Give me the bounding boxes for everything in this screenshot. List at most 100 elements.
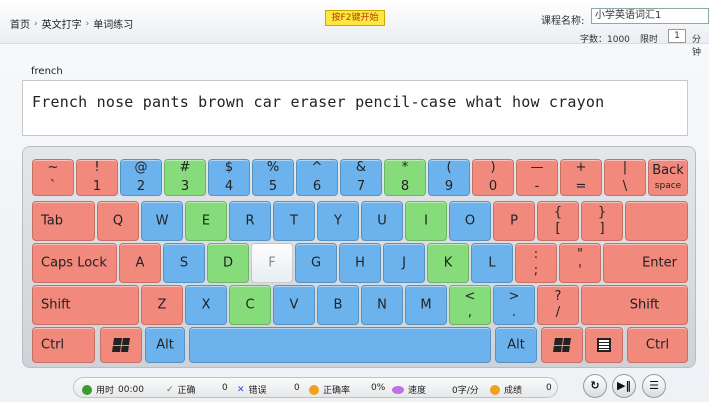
key-t[interactable]: T	[273, 201, 315, 241]
key-quote[interactable]: " '	[559, 243, 601, 283]
key-label: S	[179, 255, 189, 271]
key-r[interactable]: R	[229, 201, 271, 241]
key-label: 6	[312, 179, 322, 194]
key-equals[interactable]: + =	[560, 159, 602, 196]
time-limit-input[interactable]: 1	[668, 29, 686, 43]
stat-label: 成绩	[504, 386, 523, 396]
key-label: Tab	[41, 213, 64, 229]
key-label: *	[401, 160, 409, 175]
key-slash[interactable]: ? /	[537, 285, 579, 325]
key-x[interactable]: X	[185, 285, 227, 325]
key-5[interactable]: % 5	[252, 159, 294, 196]
windows-logo-icon	[112, 338, 130, 352]
key-g[interactable]: G	[295, 243, 337, 283]
key-s[interactable]: S	[163, 243, 205, 283]
key-3[interactable]: # 3	[164, 159, 206, 196]
key-comma[interactable]: < ,	[449, 285, 491, 325]
course-label: 课程名称:	[541, 16, 585, 27]
key-label: ;	[533, 263, 539, 278]
key-4[interactable]: $ 4	[208, 159, 250, 196]
key-label: &	[355, 160, 367, 175]
course-select[interactable]: 小学英语词汇1	[591, 8, 709, 24]
key-a[interactable]: A	[119, 243, 161, 283]
key-e[interactable]: E	[185, 201, 227, 241]
key-label: 7	[356, 179, 366, 194]
key-h[interactable]: H	[339, 243, 381, 283]
breadcrumb-english-typing[interactable]: 英文打字	[42, 16, 82, 31]
key-label: I	[424, 213, 428, 229]
key-label: >	[508, 289, 520, 304]
stat-label: 正确率	[323, 386, 351, 396]
stat-score: 成绩	[490, 383, 522, 396]
key-semicolon[interactable]: : ;	[515, 243, 557, 283]
key-backslash[interactable]: | \	[604, 159, 646, 196]
key-v[interactable]: V	[273, 285, 315, 325]
key-i[interactable]: I	[405, 201, 447, 241]
key-right-bracket[interactable]: } ]	[581, 201, 623, 241]
key-menu[interactable]	[585, 327, 623, 363]
key-right-shift[interactable]: Shift	[581, 285, 688, 325]
key-p[interactable]: P	[493, 201, 535, 241]
key-0[interactable]: ) 0	[472, 159, 514, 196]
key-label: .	[511, 305, 517, 320]
stat-label: 用时	[96, 386, 115, 396]
key-label: )	[490, 160, 496, 175]
key-6[interactable]: ^ 6	[296, 159, 338, 196]
key-right-alt[interactable]: Alt	[495, 327, 537, 363]
key-left-bracket[interactable]: { [	[537, 201, 579, 241]
key-label: %	[266, 160, 280, 175]
pause-button[interactable]: ▶‖	[612, 374, 636, 398]
key-m[interactable]: M	[405, 285, 447, 325]
key-enter-top[interactable]	[625, 201, 688, 241]
stat-accuracy: 正确率	[309, 383, 350, 396]
key-7[interactable]: & 7	[340, 159, 382, 196]
key-label: R	[245, 213, 255, 229]
key-label: E	[201, 213, 211, 229]
key-space[interactable]	[189, 327, 491, 363]
key-z[interactable]: Z	[141, 285, 183, 325]
key-left-alt[interactable]: Alt	[145, 327, 185, 363]
key-1[interactable]: ! 1	[76, 159, 118, 196]
key-u[interactable]: U	[361, 201, 403, 241]
key-label: Ctrl	[645, 337, 670, 353]
key-d[interactable]: D	[207, 243, 249, 283]
key-left-win[interactable]	[100, 327, 142, 363]
practice-text-box[interactable]: French nose pants brown car eraser penci…	[22, 80, 688, 136]
key-n[interactable]: N	[361, 285, 403, 325]
key-2[interactable]: @ 2	[120, 159, 162, 196]
key-q[interactable]: Q	[97, 201, 139, 241]
restart-button[interactable]: ↻	[583, 374, 607, 398]
key-minus[interactable]: — -	[516, 159, 558, 196]
key-f-highlighted[interactable]: F	[251, 243, 293, 283]
breadcrumb: 首页 › 英文打字 › 单词练习	[10, 16, 133, 32]
key-right-ctrl[interactable]: Ctrl	[627, 327, 688, 363]
key-label: ^	[311, 160, 323, 175]
key-left-shift[interactable]: Shift	[32, 285, 139, 325]
key-w[interactable]: W	[141, 201, 183, 241]
start-button[interactable]: 按F2键开始	[325, 10, 385, 26]
key-left-ctrl[interactable]: Ctrl	[32, 327, 95, 363]
key-8[interactable]: * 8	[384, 159, 426, 196]
key-period[interactable]: > .	[493, 285, 535, 325]
key-right-win[interactable]	[541, 327, 583, 363]
key-y[interactable]: Y	[317, 201, 359, 241]
key-o[interactable]: O	[449, 201, 491, 241]
key-label: B	[333, 297, 343, 313]
key-tab[interactable]: Tab	[32, 201, 95, 241]
key-label: ]	[599, 221, 605, 236]
key-j[interactable]: J	[383, 243, 425, 283]
settings-button[interactable]: ☰	[642, 374, 666, 398]
windows-logo-icon	[553, 338, 571, 352]
key-b[interactable]: B	[317, 285, 359, 325]
key-caps-lock[interactable]: Caps Lock	[32, 243, 117, 283]
key-label: K	[443, 255, 453, 271]
breadcrumb-home[interactable]: 首页	[10, 16, 30, 31]
key-backtick[interactable]: ~ `	[32, 159, 74, 196]
key-9[interactable]: ( 9	[428, 159, 470, 196]
key-l[interactable]: L	[471, 243, 513, 283]
key-label: O	[464, 213, 476, 229]
key-backspace[interactable]: Back space	[648, 159, 688, 196]
key-enter[interactable]: Enter	[603, 243, 688, 283]
key-k[interactable]: K	[427, 243, 469, 283]
key-c[interactable]: C	[229, 285, 271, 325]
